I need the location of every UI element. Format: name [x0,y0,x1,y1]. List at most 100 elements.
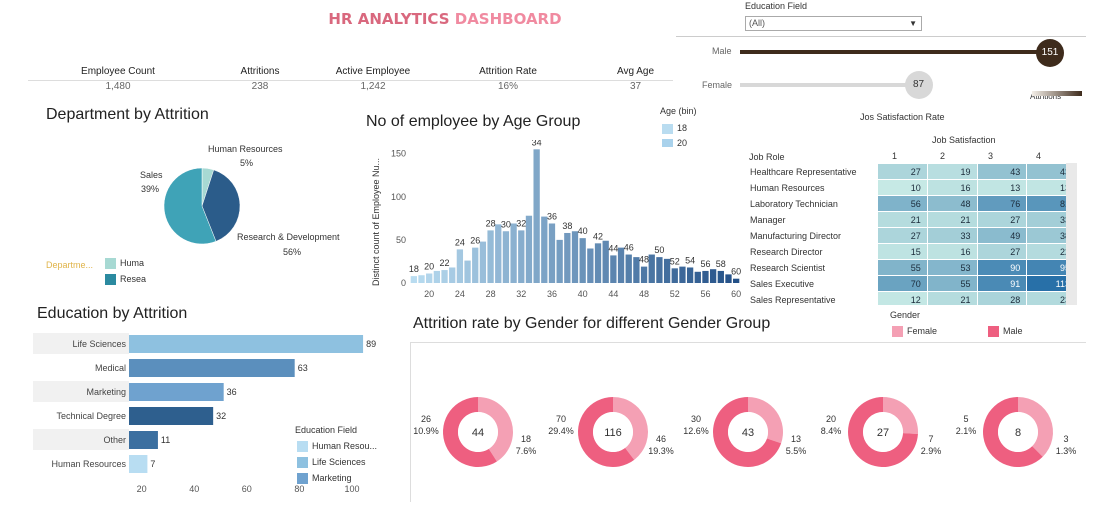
legend-swatch [988,326,999,338]
kpi-label: Avg Age [616,66,655,77]
x-tick-label: 40 [578,289,588,299]
male-pct-label: 8.4% [821,426,842,436]
gender-legend-title: Gender [890,310,921,320]
legend-swatch [297,441,308,453]
female-pct-label: 19.3% [648,446,674,456]
male-count-label: 20 [826,414,836,424]
department-pie [163,167,241,245]
donut-center-label: 27 [877,427,889,439]
x-tick-label: 80 [294,484,304,494]
education-category-label: Human Resources [51,459,126,469]
job-sat-scrollbar[interactable] [1066,163,1077,305]
kpi-value: 1,480 [105,81,131,92]
gender-donut: 8 5 2.1% 3 1.3% [956,397,1076,467]
female-pct-label: 2.9% [921,446,942,456]
male-pct-label: 2.1% [956,426,977,436]
job-role-label: Research Scientist [750,262,826,273]
age-bar [656,257,663,283]
table-row: Research Scientist 55 53 90 95 [747,259,1077,276]
pie-label-hr-pct: 5% [240,158,253,168]
pie-label-sales-name: Sales [140,170,163,180]
education-bar [129,335,364,353]
education-category-label: Life Sciences [72,339,126,349]
job-sat-cell: 15 [877,243,928,260]
age-bar [502,231,510,283]
education-category-label: Other [103,435,126,445]
job-sat-cell: 13 [976,179,1028,196]
legend-label: Life Sciences [312,457,366,467]
female-slider-knob[interactable]: 87 [904,71,933,99]
age-bar [625,254,632,283]
department-legend-item-hr[interactable]: Huma [105,258,145,270]
age-bar [610,255,617,283]
education-legend-item[interactable]: Life Sciences [297,457,366,469]
age-bar [733,278,740,283]
job-sat-cell: 49 [976,227,1028,244]
job-sat-cell: 19 [926,163,978,180]
age-bar-label: 50 [654,245,664,255]
job-sat-cell: 28 [976,291,1028,305]
x-tick-label: 24 [455,289,465,299]
donut-center-label: 8 [1015,427,1021,439]
education-legend-item[interactable]: Human Resou... [297,441,377,453]
age-bar-label: 58 [716,259,726,269]
education-filter-label: Education Field [745,1,808,11]
education-filter-dropdown[interactable]: (All) ▼ [745,16,922,31]
department-legend-item-rd[interactable]: Resea [105,274,147,286]
gender-legend-item-female[interactable]: Female [892,326,937,338]
legend-label: Huma [120,258,145,268]
x-tick-label: 60 [731,289,741,299]
age-legend-item[interactable]: 18 [662,123,687,134]
female-slider-track[interactable] [740,83,919,87]
gender-donut: 43 30 12.6% 13 5.5% [683,397,806,467]
education-category-label: Medical [95,363,126,373]
age-bar [571,231,579,283]
attritions-color-ramp [1032,91,1082,96]
age-bar [525,215,533,283]
donut-center-label: 43 [742,427,754,439]
age-bar [579,238,586,283]
gender-chart-title: Attrition rate by Gender for different G… [413,315,771,332]
job-role-label: Human Resources [750,182,825,193]
age-bar [709,269,717,283]
title-part-1: HR ANALYTICS [328,10,450,28]
job-sat-cell: 48 [926,195,978,212]
title-part-2: DASHBOARD [454,10,562,28]
job-role-label: Research Director [750,246,823,257]
education-legend-item[interactable]: Marketing [297,473,352,485]
age-bar [640,266,648,283]
gender-legend-item-male[interactable]: Male [988,326,1023,338]
job-role-label: Healthcare Representative [750,166,857,177]
education-bar [129,407,214,425]
education-bar-value: 11 [161,435,170,445]
job-sat-cell: 27 [877,163,928,180]
table-row: Human Resources 10 16 13 13 [747,179,1077,196]
legend-label: Resea [120,274,147,284]
x-tick-label: 44 [608,289,618,299]
department-legend-title: Departme... [46,260,94,270]
kpi-avg-age: Avg Age 37 [598,66,673,92]
education-filter-value: (All) [749,18,765,28]
age-bar-label: 22 [440,258,450,268]
x-tick-label: 56 [700,289,710,299]
male-count-label: 70 [556,414,566,424]
job-sat-cell: 21 [926,211,978,228]
age-bar-label: 40 [578,226,588,236]
kpi-label: Active Employee [335,66,411,77]
male-slider-knob[interactable]: 151 [1036,39,1064,67]
x-tick-label: 40 [189,484,199,494]
male-slider-track[interactable] [740,50,1050,54]
kpi-attritions: Attritions 238 [210,66,310,92]
female-pct-label: 7.6% [516,446,537,456]
age-bar [671,268,678,283]
age-bar-label: 36 [547,211,557,221]
legend-swatch [892,326,903,338]
x-tick-label: 100 [344,484,359,494]
job-sat-cell: 55 [877,259,928,276]
chevron-down-icon: ▼ [909,19,917,28]
age-bar [410,276,417,283]
job-role-label: Manufacturing Director [750,230,842,241]
education-bar-value: 89 [366,339,376,349]
age-bar-label: 28 [486,218,496,228]
age-bar-label: 30 [501,219,511,229]
